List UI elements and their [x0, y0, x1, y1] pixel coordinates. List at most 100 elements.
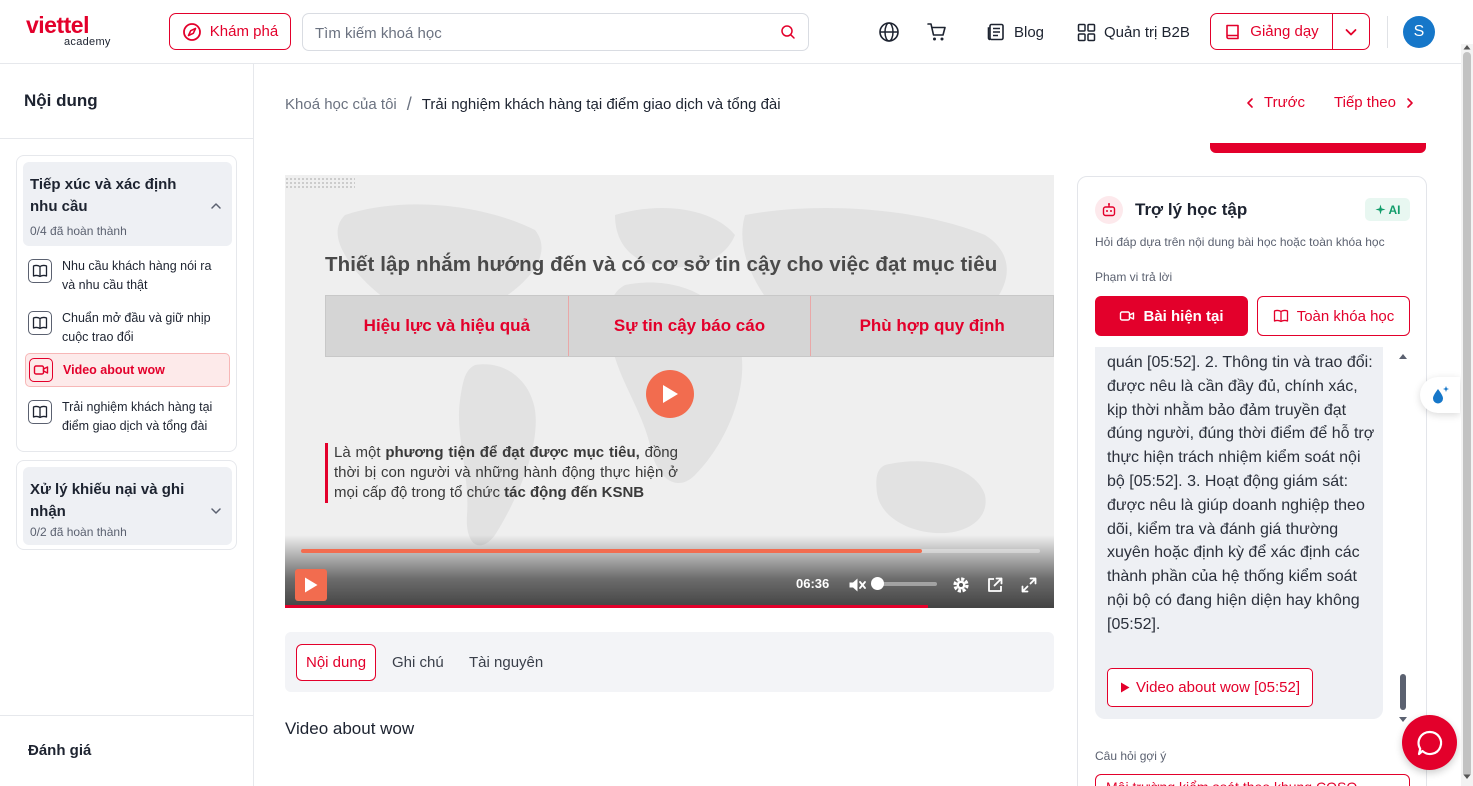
play-icon — [663, 385, 678, 403]
video-icon — [1120, 311, 1135, 321]
teach-dropdown-toggle[interactable] — [1333, 14, 1369, 49]
prev-label: Trước — [1264, 94, 1305, 111]
blog-label: Blog — [1014, 23, 1045, 41]
lesson-item[interactable]: Nhu cầu khách hàng nói ra và nhu cầu thậ… — [25, 255, 230, 297]
volume-slider[interactable] — [871, 577, 937, 590]
scope-current-lesson-button[interactable]: Bài hiện tại — [1095, 296, 1248, 336]
lesson-label: Trải nghiệm khách hàng tại điểm giao dịc… — [62, 400, 213, 433]
section-1-header[interactable]: Tiếp xúc và xác định nhu cầu 0/4 đã hoàn… — [23, 162, 232, 246]
course-sidebar: Nội dung Tiếp xúc và xác định nhu cầu 0/… — [0, 64, 254, 786]
play-icon — [305, 577, 318, 593]
scroll-up-arrow-icon[interactable] — [1398, 352, 1408, 360]
lesson-item[interactable]: Chuẩn mở đầu và giữ nhịp cuộc trao đổi — [25, 307, 230, 349]
lesson-item[interactable]: Trải nghiệm khách hàng tại điểm giao dịc… — [25, 396, 230, 438]
compass-icon — [182, 22, 201, 41]
scope-current-label: Bài hiện tại — [1143, 307, 1224, 325]
volume-slider-knob[interactable] — [871, 577, 884, 590]
globe-icon — [879, 22, 899, 42]
chevron-right-icon — [1407, 97, 1413, 108]
section-1: Tiếp xúc và xác định nhu cầu 0/4 đã hoàn… — [16, 155, 237, 452]
floating-helper-button[interactable] — [1420, 377, 1460, 413]
fullscreen-button[interactable] — [1018, 574, 1040, 596]
explore-button[interactable]: Khám phá — [169, 13, 291, 50]
logo-brand: viettel — [26, 12, 89, 38]
book-icon — [28, 400, 52, 424]
red-accent-bar — [1210, 143, 1426, 153]
assistant-title: Trợ lý học tập — [1135, 200, 1248, 219]
lesson-label: Chuẩn mở đầu và giữ nhịp cuộc trao đổi — [62, 311, 211, 344]
play-icon — [1121, 682, 1130, 693]
scroll-down-arrow-icon[interactable] — [1398, 716, 1408, 724]
quote-emphasis: tác động đến KSNB — [504, 484, 645, 501]
learning-assistant-panel: Trợ lý học tập AI Hỏi đáp dựa trên nội d… — [1077, 176, 1427, 786]
lesson-content-title: Video about wow — [285, 719, 415, 738]
b2b-label: Quản trị B2B — [1104, 23, 1190, 41]
section-progress: 0/2 đã hoàn thành — [30, 525, 127, 539]
newspaper-icon — [987, 23, 1004, 41]
user-avatar[interactable]: S — [1403, 16, 1435, 48]
suggested-question-button[interactable]: Môi trường kiểm soát theo khung COSO — [1095, 774, 1410, 786]
expand-icon — [1021, 577, 1037, 593]
sidebar-title: Nội dung — [24, 91, 98, 110]
answer-scrollbar[interactable] — [1398, 352, 1408, 724]
popout-button[interactable] — [984, 574, 1006, 596]
slide-title: Thiết lập nhắm hướng đến và có cơ sở tin… — [325, 253, 998, 276]
chevron-up-icon — [211, 203, 221, 209]
gear-icon — [953, 577, 969, 593]
blog-link[interactable]: Blog — [986, 20, 1044, 44]
slide-quote: Là một phương tiện để đạt được mục tiêu,… — [325, 443, 678, 503]
cart-button[interactable] — [925, 20, 949, 44]
video-timestamp-reference[interactable]: Video about wow [05:52] — [1107, 668, 1314, 707]
objective-cell: Sự tin cậy báo cáo — [569, 296, 812, 356]
section-2-header[interactable]: Xử lý khiếu nại và ghi nhận 0/2 đã hoàn … — [23, 467, 232, 545]
tab-notes[interactable]: Ghi chú — [383, 644, 453, 681]
grid-icon — [1077, 23, 1096, 41]
external-link-icon — [988, 577, 1003, 592]
sparkle-icon — [1374, 204, 1386, 215]
play-button[interactable] — [295, 569, 327, 601]
ai-badge-label: AI — [1388, 202, 1401, 217]
scroll-up-arrow-icon[interactable] — [1463, 44, 1471, 50]
settings-button[interactable] — [950, 574, 972, 596]
video-player[interactable]: Thiết lập nhắm hướng đến và có cơ sở tin… — [285, 175, 1054, 608]
page-scrollbar-thumb[interactable] — [1463, 52, 1471, 777]
viettel-academy-logo[interactable]: viettel academy — [26, 12, 126, 52]
assistant-subtitle: Hỏi đáp dựa trên nội dung bài học hoặc t… — [1095, 235, 1385, 249]
search-box[interactable] — [302, 13, 809, 51]
next-lesson-button[interactable]: Tiếp theo — [1334, 94, 1416, 111]
objective-cell: Phù hợp quy định — [859, 316, 1005, 335]
chevron-left-icon — [1247, 97, 1253, 108]
teach-label: Giảng dạy — [1250, 23, 1319, 40]
video-progress-bar[interactable] — [301, 549, 1040, 553]
breadcrumb-current: Trải nghiệm khách hàng tại điểm giao dịc… — [421, 96, 781, 113]
scroll-down-arrow-icon[interactable] — [1463, 774, 1471, 780]
prev-lesson-button[interactable]: Trước — [1244, 94, 1305, 111]
page-scrollbar[interactable] — [1461, 44, 1473, 786]
assistant-answer-bubble: quán [05:52]. 2. Thông tin và trao đổi: … — [1095, 347, 1383, 719]
chevron-down-icon — [211, 508, 221, 514]
objective-cell: Hiệu lực và hiệu quả — [326, 296, 569, 356]
center-play-button[interactable] — [646, 370, 694, 418]
sidebar-divider — [0, 715, 253, 716]
teach-button[interactable]: Giảng dạy — [1211, 14, 1333, 49]
evaluation-link[interactable]: Đánh giá — [28, 742, 91, 759]
scope-whole-course-button[interactable]: Toàn khóa học — [1257, 296, 1410, 336]
breadcrumb: Khoá học của tôi / Trải nghiệm khách hàn… — [285, 94, 781, 115]
b2b-admin-link[interactable]: Quản trị B2B — [1077, 20, 1190, 44]
chat-support-button[interactable] — [1402, 715, 1457, 770]
search-input[interactable] — [315, 22, 775, 44]
lesson-item-active[interactable]: Video about wow — [25, 353, 230, 387]
video-progress-fill — [301, 549, 922, 553]
breadcrumb-my-courses[interactable]: Khoá học của tôi — [285, 96, 397, 113]
content-tabs: Nội dung Ghi chú Tài nguyên — [285, 632, 1054, 692]
tab-resources[interactable]: Tài nguyên — [460, 644, 552, 681]
robot-icon — [1095, 196, 1123, 224]
search-icon[interactable] — [780, 24, 796, 40]
mute-button[interactable] — [846, 574, 868, 596]
scrollbar-thumb[interactable] — [1400, 674, 1406, 710]
lesson-label: Nhu cầu khách hàng nói ra và nhu cầu thậ… — [62, 259, 212, 292]
chevron-down-icon — [1345, 28, 1357, 35]
tab-content[interactable]: Nội dung — [296, 644, 377, 681]
book-icon — [28, 311, 52, 335]
language-globe-button[interactable] — [877, 20, 901, 44]
